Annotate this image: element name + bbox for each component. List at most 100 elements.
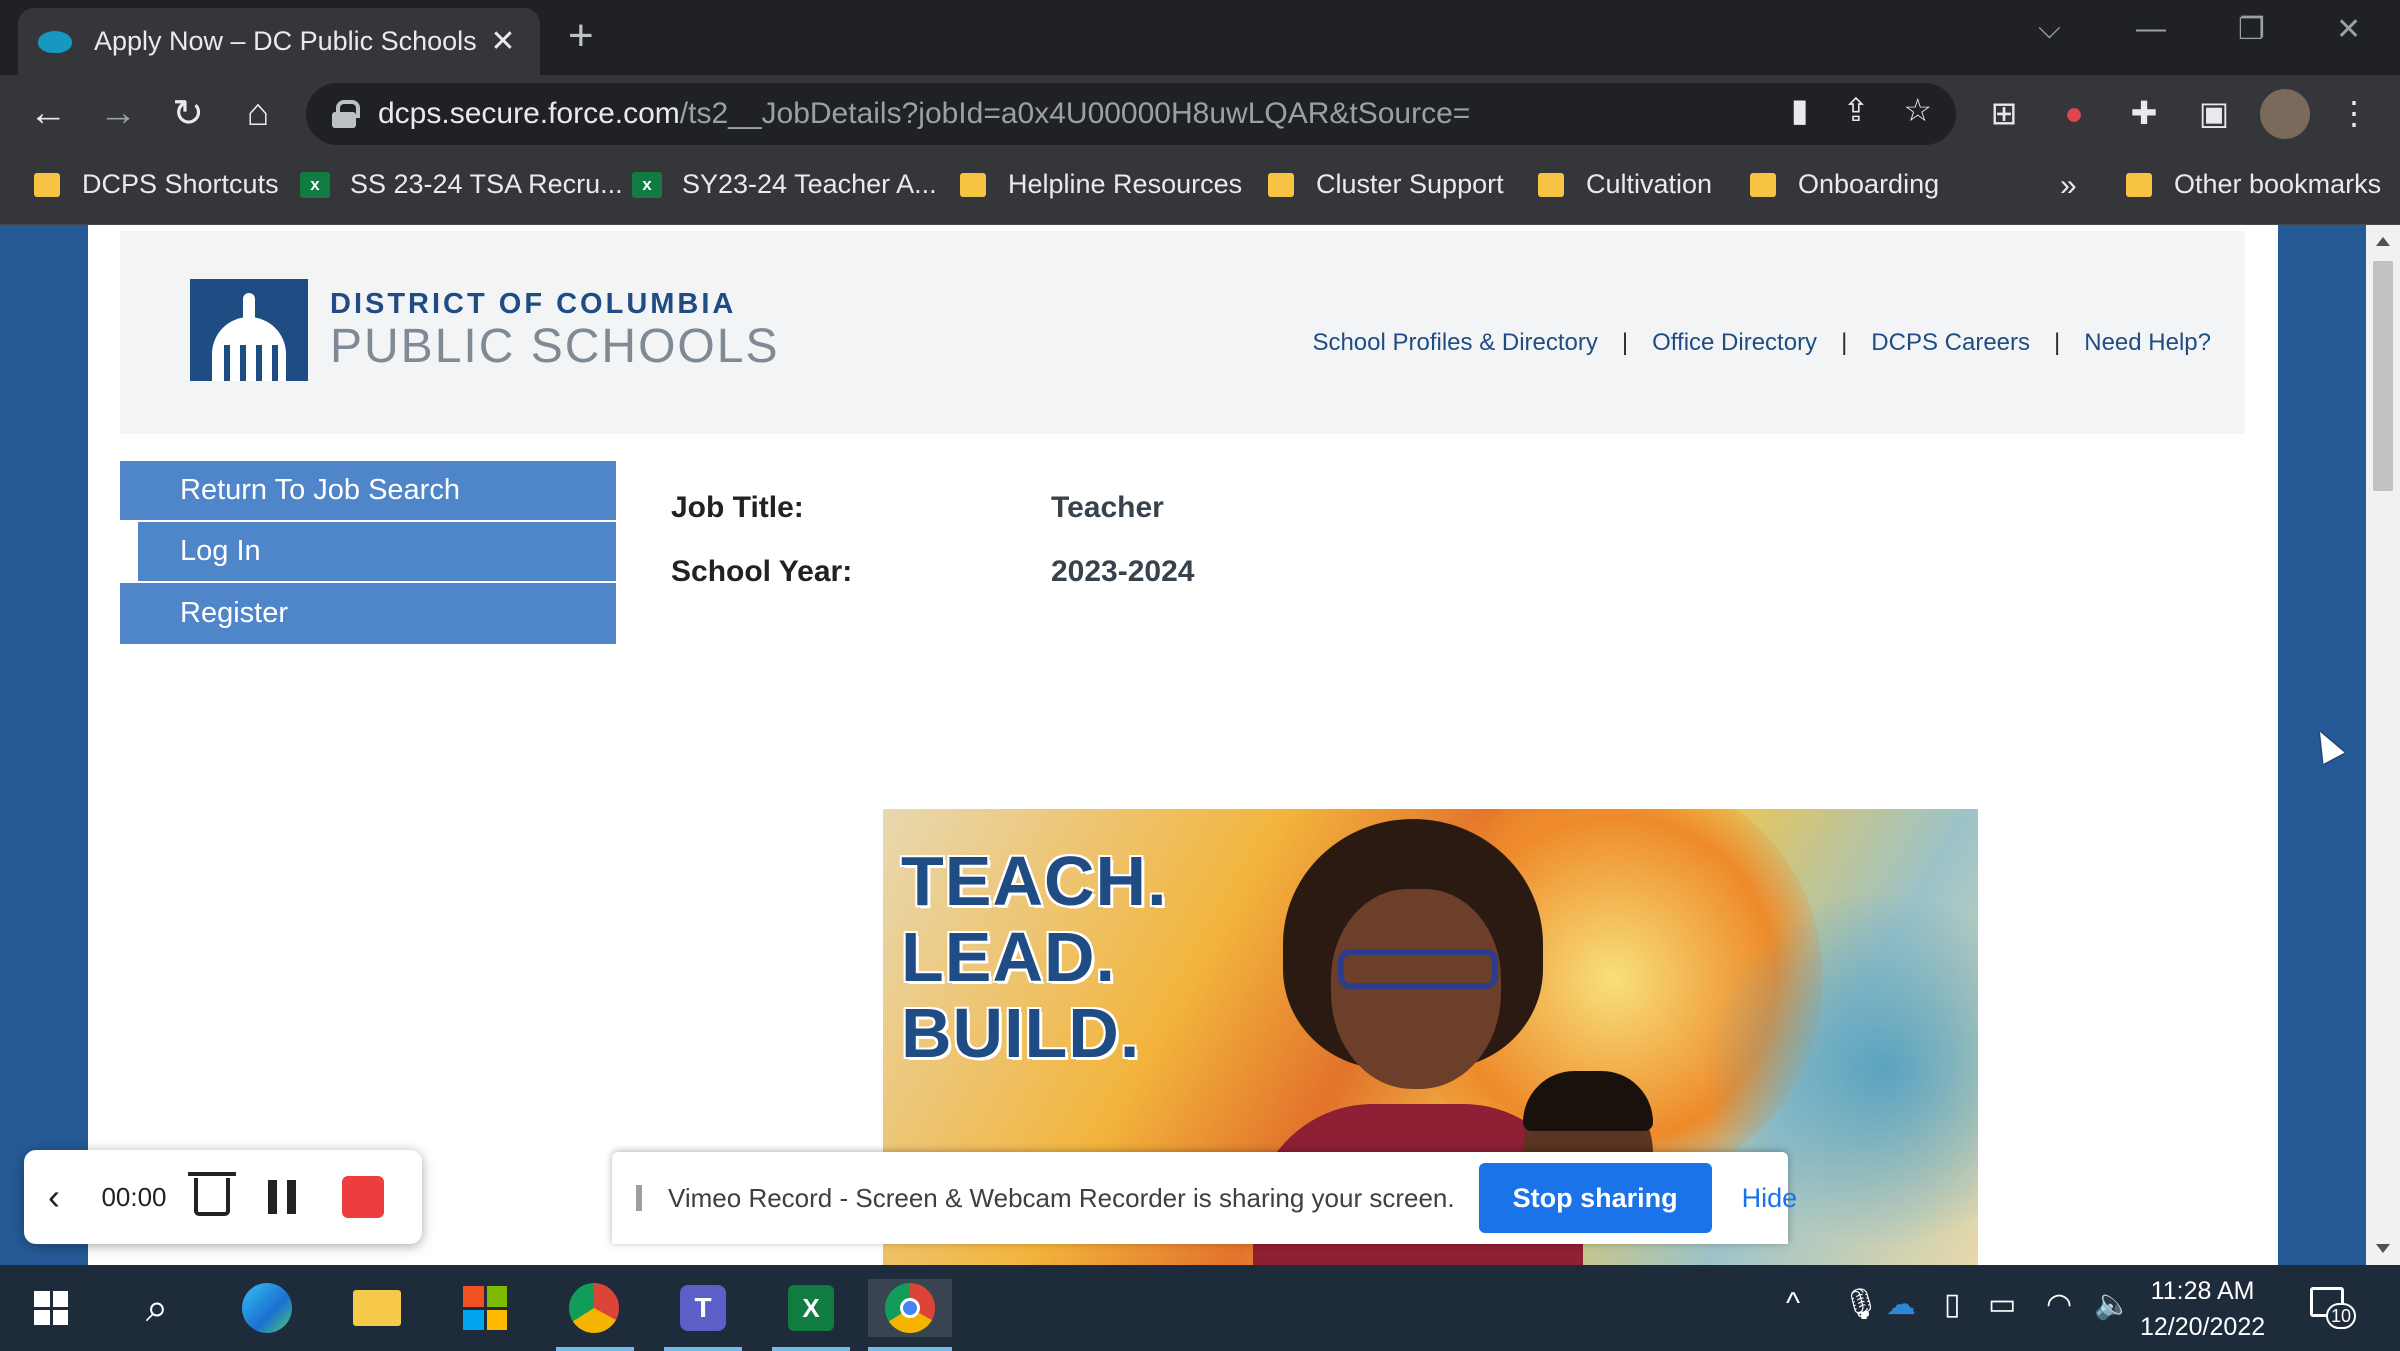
share-message: Vimeo Record - Screen & Webcam Recorder … (668, 1182, 1455, 1213)
minimize-window-icon[interactable]: — (2136, 12, 2166, 46)
chrome-profile-icon[interactable] (565, 1279, 623, 1337)
browser-tab-active[interactable]: Apply Now – DC Public Schools ✕ (18, 8, 540, 75)
microphone-icon[interactable]: 🎙 (1842, 1287, 1880, 1322)
usb-device-icon[interactable]: ▯ (1944, 1287, 1961, 1322)
link-office-directory[interactable]: Office Directory (1652, 329, 1817, 357)
excel-icon: x (632, 171, 662, 198)
record-extension-icon[interactable]: ● (2050, 89, 2098, 137)
stop-sharing-button[interactable]: Stop sharing (1478, 1163, 1712, 1233)
dcps-logo[interactable]: DISTRICT OF COLUMBIA PUBLIC SCHOOLS (190, 279, 779, 381)
reload-button[interactable]: ↻ (162, 87, 214, 139)
new-tab-button[interactable]: + (568, 14, 594, 58)
lock-icon[interactable] (332, 100, 360, 128)
home-button[interactable]: ⌂ (232, 87, 284, 139)
side-panel-icon[interactable]: ▣ (2190, 89, 2238, 137)
return-to-job-search-button[interactable]: Return To Job Search (120, 461, 616, 522)
salesforce-cloud-icon (38, 30, 72, 53)
file-explorer-icon[interactable] (348, 1279, 406, 1337)
school-year-row: School Year: 2023-2024 (671, 555, 1194, 589)
address-bar[interactable]: dcps.secure.force.com /ts2__JobDetails?j… (306, 83, 1956, 145)
link-dcps-careers[interactable]: DCPS Careers (1871, 329, 2030, 357)
teams-icon[interactable]: T (674, 1279, 732, 1337)
link-separator: | (2054, 329, 2061, 356)
stop-recording-icon[interactable] (342, 1176, 384, 1218)
volume-icon[interactable]: 🔈 (2094, 1287, 2131, 1322)
battery-icon[interactable]: ▭ (1988, 1287, 2016, 1322)
url-host: dcps.secure.force.com (378, 97, 680, 130)
bookmark-onboarding[interactable]: Onboarding (1750, 169, 1939, 200)
notification-count: 10 (2326, 1303, 2356, 1329)
pause-icon[interactable] (268, 1180, 296, 1214)
system-clock[interactable]: 11:28 AM 12/20/2022 (2140, 1273, 2265, 1345)
clock-date: 12/20/2022 (2140, 1313, 2266, 1341)
notification-center-icon[interactable]: 10 (2304, 1285, 2360, 1331)
tab-title: Apply Now – DC Public Schools (94, 26, 477, 56)
camera-icon[interactable]: ▮ (1791, 91, 1809, 129)
folder-icon (1538, 172, 1564, 197)
bookmark-helpline-resources[interactable]: Helpline Resources (960, 169, 1242, 200)
recorder-back-icon[interactable]: ‹ (48, 1176, 92, 1218)
bookmark-sy-teacher[interactable]: x SY23-24 Teacher A... (632, 169, 937, 200)
folder-icon (1750, 172, 1776, 197)
close-window-icon[interactable]: ✕ (2336, 12, 2361, 47)
microsoft-store-icon[interactable] (456, 1279, 514, 1337)
chrome-menu-icon[interactable]: ⋮ (2330, 89, 2378, 137)
bookmark-ss-tsa[interactable]: x SS 23-24 TSA Recru... (300, 169, 623, 200)
log-in-button[interactable]: Log In (138, 522, 616, 583)
school-year-label: School Year: (671, 555, 853, 588)
restore-window-icon[interactable]: ❐ (2238, 12, 2265, 47)
bookmark-dcps-shortcuts[interactable]: DCPS Shortcuts (34, 169, 279, 200)
recording-timer: 00:00 (101, 1181, 167, 1212)
link-need-help[interactable]: Need Help? (2084, 329, 2211, 357)
screen-share-notification: Vimeo Record - Screen & Webcam Recorder … (612, 1152, 1797, 1244)
windows-taskbar: ⌕ T X ^ 🎙 ☁ ▯ ▭ ◠ 🔈 11:28 AM 12/20/2022 (0, 1265, 2400, 1351)
bookmarks-bar: DCPS Shortcuts x SS 23-24 TSA Recru... x… (0, 153, 2400, 225)
extensions-puzzle-icon[interactable]: ✚ (2120, 89, 2168, 137)
edge-browser-icon[interactable] (238, 1279, 296, 1337)
url-path: /ts2__JobDetails?jobId=a0x4U00000H8uwLQA… (679, 97, 1471, 130)
tray-overflow-icon[interactable]: ^ (1786, 1287, 1800, 1321)
register-button[interactable]: Register (120, 583, 616, 644)
bookmark-star-icon[interactable]: ☆ (1903, 91, 1932, 129)
bookmark-cluster-support[interactable]: Cluster Support (1268, 169, 1504, 200)
chrome-icon[interactable] (868, 1279, 952, 1337)
page-scrollbar[interactable] (2366, 225, 2400, 1265)
school-year-value: 2023-2024 (1051, 555, 1195, 588)
capitol-dome-icon (190, 279, 308, 381)
hide-button[interactable]: Hide (1742, 1183, 1798, 1214)
browser-toolbar: ← → ↻ ⌂ dcps.secure.force.com /ts2__JobD… (0, 75, 2400, 153)
scroll-thumb[interactable] (2373, 261, 2393, 491)
excel-icon: x (300, 171, 330, 198)
glasses-icon (1338, 949, 1498, 989)
search-icon[interactable]: ⌕ (128, 1279, 186, 1337)
site-header: DISTRICT OF COLUMBIA PUBLIC SCHOOLS Scho… (120, 231, 2245, 434)
forward-button[interactable]: → (92, 87, 144, 139)
job-title-label: Job Title: (671, 491, 804, 524)
bookmark-other-bookmarks[interactable]: Other bookmarks (2126, 169, 2381, 200)
extension-icon[interactable]: ⊞ (1980, 89, 2028, 137)
folder-icon (2126, 172, 2152, 197)
job-title-value: Teacher (1051, 491, 1164, 524)
scroll-up-icon[interactable] (2376, 237, 2390, 246)
close-tab-icon[interactable]: ✕ (486, 24, 520, 59)
profile-avatar[interactable] (2260, 89, 2310, 139)
mouse-cursor-icon (2309, 726, 2345, 764)
share-icon[interactable]: ⇪ (1843, 91, 1870, 129)
folder-icon (960, 172, 986, 197)
onedrive-cloud-icon[interactable]: ☁ (1886, 1287, 1916, 1322)
link-school-profiles[interactable]: School Profiles & Directory (1312, 329, 1597, 357)
bookmark-cultivation[interactable]: Cultivation (1538, 169, 1712, 200)
back-button[interactable]: ← (22, 87, 74, 139)
wifi-icon[interactable]: ◠ (2046, 1287, 2072, 1322)
trash-icon[interactable] (188, 1172, 236, 1216)
tab-search-icon[interactable]: ⌵ (2038, 12, 2061, 46)
page-viewport: DISTRICT OF COLUMBIA PUBLIC SCHOOLS Scho… (0, 225, 2366, 1265)
link-separator: | (1841, 329, 1848, 356)
excel-taskbar-icon[interactable]: X (782, 1279, 840, 1337)
side-navigation: Return To Job Search Log In Register (120, 461, 616, 644)
scroll-down-icon[interactable] (2376, 1244, 2390, 1253)
job-details: Job Title: Teacher School Year: 2023-202… (671, 491, 1194, 619)
drag-handle-icon[interactable] (636, 1185, 642, 1211)
windows-start-icon[interactable] (22, 1279, 80, 1337)
bookmarks-overflow-button[interactable]: » (2060, 169, 2077, 203)
